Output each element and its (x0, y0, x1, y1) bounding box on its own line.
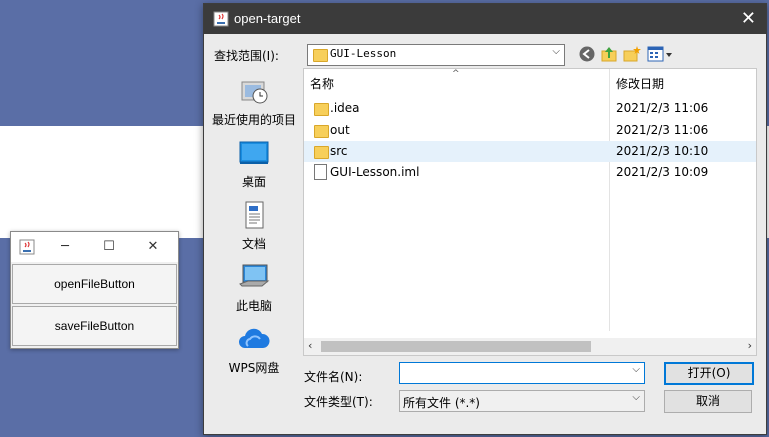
folder-icon (313, 49, 328, 62)
dialog-title-bar: open-target ✕ (204, 4, 766, 34)
file-row[interactable]: out 2021/2/3 11:06 (304, 120, 756, 141)
file-date: 2021/2/3 11:06 (616, 123, 709, 137)
sidebar-label-wps-cloud: WPS网盘 (228, 361, 280, 375)
file-name-label: 文件名(N): (304, 370, 363, 384)
scroll-left-icon[interactable]: ‹ (308, 339, 312, 352)
maximize-button[interactable]: ☐ (87, 232, 131, 262)
open-button[interactable]: 打开(O) (664, 362, 754, 385)
folder-icon (314, 103, 329, 116)
save-file-button[interactable]: saveFileButton (12, 306, 177, 346)
file-type-value: 所有文件 (*.*) (403, 396, 480, 410)
folder-icon (314, 146, 329, 159)
chevron-down-icon[interactable]: ⌵ (632, 364, 640, 375)
sidebar-label-recent: 最近使用的项目 (211, 113, 296, 127)
file-type-select[interactable]: 所有文件 (*.*) ⌵ (399, 390, 645, 412)
file-name-input[interactable]: ⌵ (399, 362, 645, 384)
up-folder-icon[interactable] (600, 45, 618, 63)
file-name: out (330, 123, 350, 137)
file-row[interactable]: .idea 2021/2/3 11:06 (304, 98, 756, 119)
sidebar-item-desktop[interactable]: 桌面 (208, 138, 300, 190)
file-name: .idea (330, 101, 360, 115)
back-icon[interactable] (578, 45, 596, 63)
this-pc-icon (239, 264, 270, 287)
column-header-name[interactable]: 名称 (310, 75, 334, 92)
places-sidebar: 最近使用的项目 桌面 文档 此电脑 WPS网盘 (208, 68, 300, 390)
folder-icon (314, 125, 329, 138)
sidebar-label-this-pc: 此电脑 (235, 299, 272, 313)
file-name: GUI-Lesson.iml (330, 165, 420, 179)
open-file-button[interactable]: openFileButton (12, 264, 177, 304)
desktop-icon (239, 141, 269, 164)
app-window: ─ ☐ ✕ openFileButton saveFileButton (10, 231, 179, 349)
sort-ascending-icon: ^ (452, 69, 460, 79)
sidebar-item-this-pc[interactable]: 此电脑 (208, 262, 300, 314)
file-date: 2021/2/3 11:06 (616, 101, 709, 115)
look-in-value: GUI-Lesson (330, 47, 397, 60)
file-list[interactable]: 名称 ^ 修改日期 .idea 2021/2/3 11:06 out 2021/… (303, 68, 757, 356)
dialog-title: open-target (234, 11, 301, 26)
sidebar-item-documents[interactable]: 文档 (208, 200, 300, 252)
app-close-button[interactable]: ✕ (131, 232, 175, 262)
view-menu-icon[interactable] (647, 45, 673, 63)
file-icon (314, 164, 327, 180)
scrollbar-thumb[interactable] (321, 341, 591, 352)
horizontal-scrollbar[interactable]: ‹ › (304, 338, 756, 355)
open-file-dialog: open-target ✕ 查找范围(I): GUI-Lesson ⌵ 最近使用… (203, 3, 767, 435)
column-header-date[interactable]: 修改日期 (616, 75, 664, 92)
sidebar-label-documents: 文档 (241, 237, 266, 251)
cancel-button[interactable]: 取消 (664, 390, 752, 413)
minimize-button[interactable]: ─ (43, 232, 87, 262)
file-row[interactable]: GUI-Lesson.iml 2021/2/3 10:09 (304, 162, 756, 183)
chevron-down-icon: ⌵ (552, 46, 560, 57)
java-icon (213, 11, 229, 27)
file-name: src (330, 144, 348, 158)
look-in-label: 查找范围(I): (214, 49, 279, 63)
dialog-close-button[interactable]: ✕ (741, 8, 756, 29)
file-type-label: 文件类型(T): (304, 395, 373, 409)
file-list-header: 名称 ^ 修改日期 (304, 69, 756, 93)
file-date: 2021/2/3 10:09 (616, 165, 709, 179)
new-folder-icon[interactable] (623, 45, 641, 63)
sidebar-label-desktop: 桌面 (241, 175, 266, 189)
file-date: 2021/2/3 10:10 (616, 144, 709, 158)
java-icon (19, 239, 35, 255)
documents-icon (245, 201, 264, 229)
recent-items-icon (241, 81, 268, 104)
sidebar-item-recent[interactable]: 最近使用的项目 (208, 76, 300, 128)
file-row-selected[interactable]: src 2021/2/3 10:10 (304, 141, 756, 162)
chevron-down-icon: ⌵ (632, 392, 640, 403)
scroll-right-icon[interactable]: › (748, 339, 752, 352)
look-in-select[interactable]: GUI-Lesson ⌵ (307, 44, 565, 66)
sidebar-item-wps-cloud[interactable]: WPS网盘 (208, 324, 300, 376)
cloud-drive-icon (239, 328, 270, 348)
app-title-bar: ─ ☐ ✕ (11, 232, 178, 262)
